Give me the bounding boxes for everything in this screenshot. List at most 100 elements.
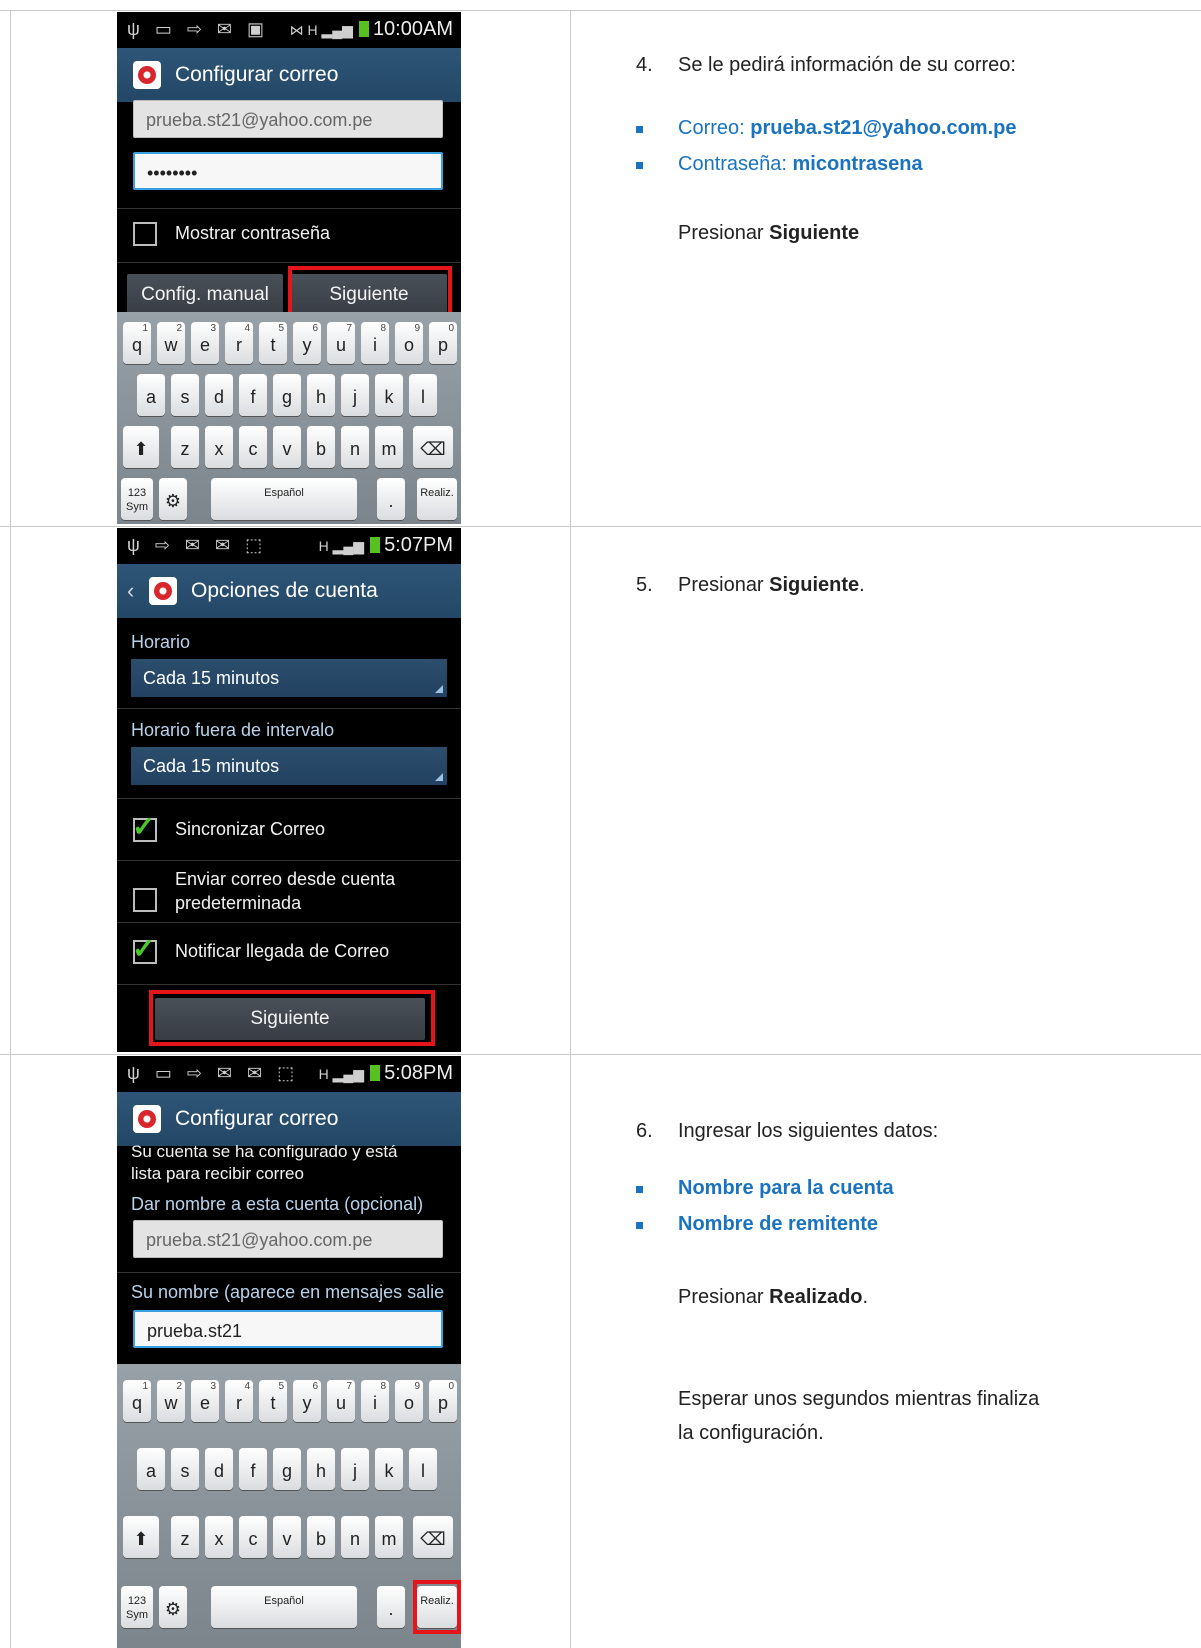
- key-p[interactable]: 0p: [429, 322, 457, 364]
- key-q[interactable]: 1q: [123, 1380, 151, 1422]
- period-key[interactable]: .: [377, 1586, 405, 1628]
- key-m[interactable]: m: [375, 426, 403, 468]
- account-name-field[interactable]: prueba.st21@yahoo.com.pe: [133, 1220, 443, 1258]
- press-suffix: .: [862, 1286, 869, 1308]
- signal-icon: H ▂▄▆: [318, 538, 365, 554]
- key-i[interactable]: 8i: [361, 322, 389, 364]
- divider: [117, 1272, 461, 1273]
- sym-key[interactable]: 123 Sym: [121, 478, 153, 520]
- key-s[interactable]: s: [171, 374, 199, 416]
- notify-checkbox[interactable]: ✓: [132, 933, 157, 964]
- key-y[interactable]: 6y: [293, 322, 321, 364]
- key-x[interactable]: x: [205, 1516, 233, 1558]
- status-time: 5:08PM: [384, 1062, 453, 1084]
- gear-icon[interactable]: ⚙: [159, 478, 187, 520]
- notification-icons: ψ ▭ ⇨ ✉ ▣: [127, 19, 270, 39]
- press-value: Siguiente: [769, 574, 860, 596]
- key-x[interactable]: x: [205, 426, 233, 468]
- account-name-label: Dar nombre a esta cuenta (opcional): [131, 1194, 424, 1214]
- default-account-label-1: Enviar correo desde cuenta: [175, 869, 396, 889]
- key-o[interactable]: 9o: [395, 322, 423, 364]
- key-v[interactable]: v: [273, 1516, 301, 1558]
- key-z[interactable]: z: [171, 426, 199, 468]
- key-v[interactable]: v: [273, 426, 301, 468]
- sync-checkbox[interactable]: ✓: [132, 811, 157, 842]
- battery-icon: [370, 1065, 381, 1081]
- key-g[interactable]: g: [273, 374, 301, 416]
- space-key[interactable]: Español: [211, 478, 357, 520]
- key-r[interactable]: 4r: [225, 322, 253, 364]
- schedule-label: Horario: [131, 632, 191, 652]
- backspace-icon[interactable]: ⌫: [413, 426, 453, 468]
- key-m[interactable]: m: [375, 1516, 403, 1558]
- key-w[interactable]: 2w: [157, 1380, 185, 1422]
- key-n[interactable]: n: [341, 426, 369, 468]
- key-y[interactable]: 6y: [293, 1380, 321, 1422]
- key-o[interactable]: 9o: [395, 1380, 423, 1422]
- backspace-icon[interactable]: ⌫: [413, 1516, 453, 1558]
- key-r[interactable]: 4r: [225, 1380, 253, 1422]
- email-app-icon: [133, 61, 161, 89]
- key-f[interactable]: f: [239, 1448, 267, 1490]
- key-e[interactable]: 3e: [191, 322, 219, 364]
- period-key[interactable]: .: [377, 478, 405, 520]
- key-u[interactable]: 7u: [327, 322, 355, 364]
- bullet-password: Contraseña: micontrasena: [678, 153, 923, 176]
- key-w[interactable]: 2w: [157, 322, 185, 364]
- key-t[interactable]: 5t: [259, 1380, 287, 1422]
- status-bar: ψ ▭ ⇨ ✉ ✉ ⬚ H ▂▄▆ 5:08PM: [117, 1056, 461, 1092]
- key-c[interactable]: c: [239, 426, 267, 468]
- key-j[interactable]: j: [341, 1448, 369, 1490]
- divider: [117, 708, 461, 709]
- key-s[interactable]: s: [171, 1448, 199, 1490]
- key-h[interactable]: h: [307, 1448, 335, 1490]
- schedule-spinner[interactable]: Cada 15 minutos: [131, 659, 447, 697]
- key-i[interactable]: 8i: [361, 1380, 389, 1422]
- manual-config-button[interactable]: Config. manual: [127, 274, 283, 316]
- show-password-label: Mostrar contraseña: [175, 223, 331, 243]
- bullet-icon: [636, 162, 643, 169]
- highlight-box: [149, 990, 435, 1046]
- key-d[interactable]: d: [205, 374, 233, 416]
- key-b[interactable]: b: [307, 426, 335, 468]
- back-chevron-icon[interactable]: ‹: [127, 578, 134, 604]
- status-right: H ▂▄▆ 5:08PM: [319, 1062, 453, 1085]
- phone-screenshot-step4: ψ ▭ ⇨ ✉ ▣ ⋈ H ▂▄▆ 10:00AM Configurar corr…: [117, 12, 461, 524]
- key-z[interactable]: z: [171, 1516, 199, 1558]
- show-password-checkbox[interactable]: [133, 222, 157, 246]
- sym-key[interactable]: 123 Sym: [121, 1586, 153, 1628]
- key-u[interactable]: 7u: [327, 1380, 355, 1422]
- key-g[interactable]: g: [273, 1448, 301, 1490]
- key-n[interactable]: n: [341, 1516, 369, 1558]
- email-field[interactable]: prueba.st21@yahoo.com.pe: [133, 100, 443, 138]
- key-t[interactable]: 5t: [259, 322, 287, 364]
- shift-icon[interactable]: ⬆: [123, 426, 159, 468]
- wait-line-2: la configuración.: [678, 1422, 824, 1444]
- key-h[interactable]: h: [307, 374, 335, 416]
- key-b[interactable]: b: [307, 1516, 335, 1558]
- key-a[interactable]: a: [137, 1448, 165, 1490]
- key-l[interactable]: l: [409, 1448, 437, 1490]
- key-q[interactable]: 1q: [123, 322, 151, 364]
- your-name-field[interactable]: prueba.st21: [133, 1310, 443, 1348]
- key-a[interactable]: a: [137, 374, 165, 416]
- gear-icon[interactable]: ⚙: [159, 1586, 187, 1628]
- default-account-checkbox[interactable]: [133, 888, 157, 912]
- key-k[interactable]: k: [375, 1448, 403, 1490]
- done-key[interactable]: Realiz.: [417, 478, 457, 520]
- key-p[interactable]: 0p: [429, 1380, 457, 1422]
- wait-line-1: Esperar unos segundos mientras finaliza: [678, 1388, 1040, 1410]
- key-f[interactable]: f: [239, 374, 267, 416]
- divider: [117, 984, 461, 985]
- space-key[interactable]: Español: [211, 1586, 357, 1628]
- key-d[interactable]: d: [205, 1448, 233, 1490]
- key-c[interactable]: c: [239, 1516, 267, 1558]
- key-k[interactable]: k: [375, 374, 403, 416]
- shift-icon[interactable]: ⬆: [123, 1516, 159, 1558]
- key-l[interactable]: l: [409, 374, 437, 416]
- key-e[interactable]: 3e: [191, 1380, 219, 1422]
- offpeak-spinner[interactable]: Cada 15 minutos: [131, 747, 447, 785]
- password-field[interactable]: ••••••••: [133, 152, 443, 190]
- key-j[interactable]: j: [341, 374, 369, 416]
- column-divider: [570, 10, 571, 1648]
